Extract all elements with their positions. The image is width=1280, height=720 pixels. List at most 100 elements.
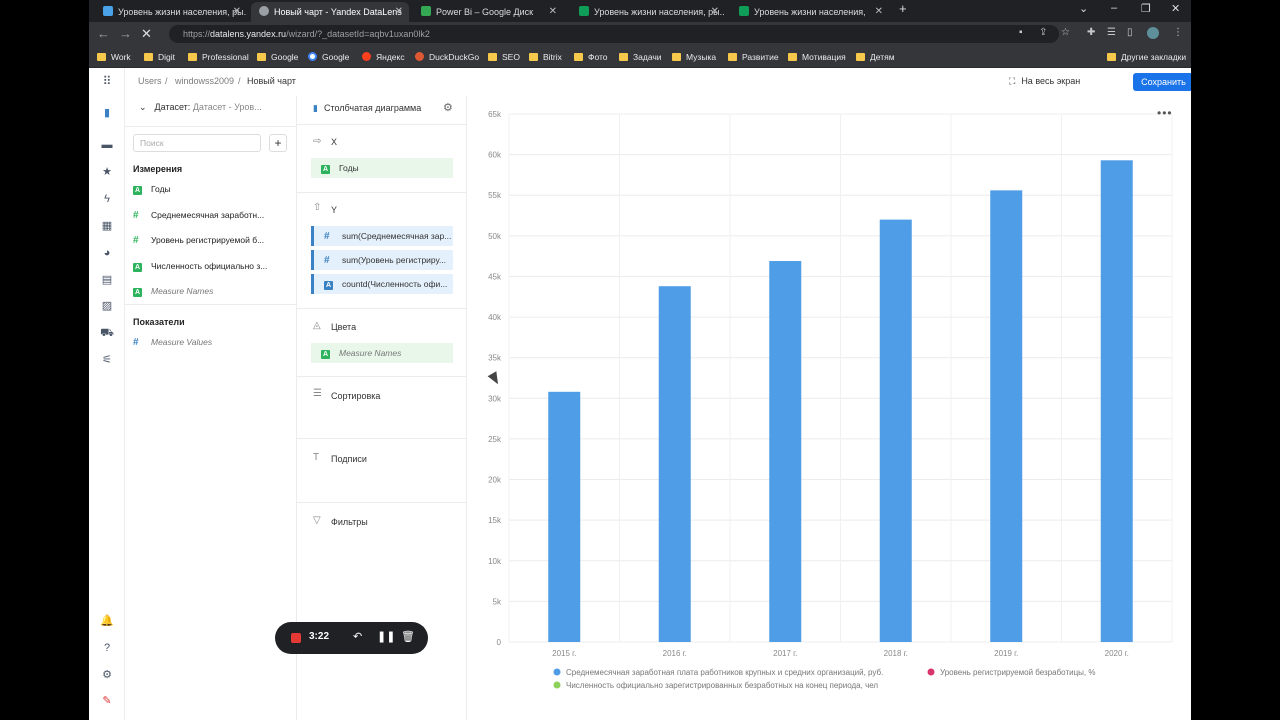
y-field-pill[interactable]: # sum(Среднемесячная зар...: [311, 226, 453, 246]
add-field-button[interactable]: +: [269, 134, 287, 152]
undo-icon[interactable]: ↶: [353, 630, 362, 643]
search-input[interactable]: Поиск: [133, 134, 261, 152]
field-label: Measure Values: [151, 337, 213, 347]
measures-title: Показатели: [133, 317, 185, 327]
bookmark-item[interactable]: Bitrix: [529, 46, 562, 68]
tab-5[interactable]: Уровень жизни населения, ✕: [731, 2, 889, 22]
share-icon[interactable]: ⇪: [1039, 27, 1047, 38]
chart-type-selector[interactable]: ▮ Столбчатая диаграмма: [313, 103, 421, 114]
bookmark-item[interactable]: Яндекс: [362, 46, 405, 68]
colors-field-pill[interactable]: A Measure Names: [311, 343, 453, 363]
dashboard-icon[interactable]: ▤: [100, 273, 114, 287]
breadcrumb-folder[interactable]: windowss2009: [175, 76, 234, 86]
bookmark-item[interactable]: Музыка: [672, 46, 716, 68]
extensions-icon[interactable]: ✚: [1087, 27, 1095, 38]
tab-3[interactable]: Power Bi – Google Диск ✕: [413, 2, 563, 22]
close-icon[interactable]: ✕: [395, 2, 403, 22]
forward-arrow-icon[interactable]: →: [119, 26, 132, 41]
cart-icon[interactable]: ⛟: [100, 326, 114, 340]
bookmark-item[interactable]: Мотивация: [788, 46, 846, 68]
bookmark-item[interactable]: Развитие: [728, 46, 779, 68]
bookmark-item[interactable]: SEO: [488, 46, 520, 68]
star-icon[interactable]: ☆: [1061, 27, 1070, 38]
stop-recording-button[interactable]: [291, 633, 301, 643]
y-field-pill[interactable]: # sum(Уровень регистриру...: [311, 250, 453, 270]
help-icon[interactable]: ?: [100, 641, 114, 655]
field-label: Численность официально з...: [151, 261, 268, 271]
x-tick-label: 2015 г.: [552, 649, 576, 658]
bookmark-item[interactable]: Google: [257, 46, 298, 68]
other-bookmarks[interactable]: Другие закладки: [1107, 46, 1186, 68]
pie-chart-icon[interactable]: ◕: [100, 246, 114, 260]
x-field-pill[interactable]: A Годы: [311, 158, 453, 178]
x-tick-label: 2018 г.: [884, 649, 908, 658]
new-tab-button[interactable]: +: [899, 1, 907, 16]
profile-avatar[interactable]: [1147, 27, 1159, 39]
menu-dots-icon[interactable]: ⋮: [1173, 27, 1183, 38]
folder-icon: [574, 53, 583, 61]
settings-sliders-icon[interactable]: ⚟: [100, 353, 114, 367]
x-tick-label: 2020 г.: [1105, 649, 1129, 658]
maximize-button[interactable]: ❐: [1141, 2, 1151, 15]
close-icon[interactable]: ✕: [549, 2, 557, 22]
bookmark-label: Bitrix: [543, 52, 562, 62]
folder-icon: [488, 53, 497, 61]
tab-1[interactable]: Уровень жизни населения, ры... ✕: [95, 2, 247, 22]
close-icon[interactable]: ✕: [711, 2, 719, 22]
window-close-button[interactable]: ✕: [1171, 2, 1180, 15]
y-tick-label: 30k: [488, 394, 502, 403]
reading-list-icon[interactable]: ☰: [1107, 27, 1116, 38]
apps-grid-icon[interactable]: ⠿: [100, 74, 114, 88]
dimension-field[interactable]: A Численность официально з...: [133, 258, 283, 274]
datalens-icon: [259, 6, 269, 16]
breadcrumb-users[interactable]: Users: [138, 76, 162, 86]
bell-icon[interactable]: 🔔: [100, 614, 114, 628]
bookmark-item[interactable]: Задачи: [619, 46, 662, 68]
star-icon[interactable]: ★: [100, 165, 114, 179]
lightning-icon[interactable]: ϟ: [100, 192, 114, 206]
gear-icon[interactable]: ⚙: [100, 668, 114, 682]
dimension-field[interactable]: A Measure Names: [133, 283, 283, 299]
fullscreen-button[interactable]: ⛶ На весь экран: [1009, 76, 1080, 87]
tab-search-icon[interactable]: ⌄: [1079, 2, 1088, 15]
close-icon[interactable]: ✕: [875, 2, 883, 22]
minimize-button[interactable]: –: [1111, 2, 1117, 14]
dimension-field[interactable]: # Среднемесячная заработн...: [133, 207, 283, 223]
pill-label: sum(Среднемесячная зар...: [342, 231, 452, 241]
sort-icon: ☰: [313, 388, 322, 399]
table-icon[interactable]: ▦: [100, 219, 114, 233]
dimension-field[interactable]: A Годы: [133, 181, 283, 197]
measure-field[interactable]: # Measure Values: [133, 334, 283, 350]
number-type-icon: #: [133, 210, 139, 221]
chart-bars-icon[interactable]: ▮: [100, 106, 114, 120]
user-avatar[interactable]: ✎: [100, 694, 114, 708]
more-options-icon[interactable]: •••: [1157, 106, 1173, 120]
bookmark-item[interactable]: DuckDuckGo: [415, 46, 479, 68]
save-button[interactable]: Сохранить: [1133, 73, 1191, 91]
bookmark-item[interactable]: Детям: [856, 46, 895, 68]
bookmark-item[interactable]: Google: [308, 46, 349, 68]
folder-icon[interactable]: ▬: [100, 138, 114, 152]
bookmark-item[interactable]: Digit: [144, 46, 175, 68]
trash-icon[interactable]: 🗑: [401, 630, 415, 643]
image-icon[interactable]: ▨: [100, 299, 114, 313]
y-field-pill[interactable]: Acountd(Численность офи...: [311, 274, 453, 294]
tab-4[interactable]: Уровень жизни населения, ры... ✕: [571, 2, 725, 22]
tab-2[interactable]: Новый чарт - Yandex DataLens ✕: [251, 2, 409, 22]
tab-label: Новый чарт - Yandex DataLens: [274, 7, 402, 17]
sidepanel-icon[interactable]: ▯: [1127, 27, 1133, 38]
bookmark-item[interactable]: Professional: [188, 46, 249, 68]
close-icon[interactable]: ✕: [233, 2, 241, 22]
camera-icon[interactable]: ▪: [1019, 27, 1023, 38]
dataset-selector[interactable]: ⌄ Датасет: Датасет - Уров...: [139, 102, 262, 113]
field-label: Уровень регистрируемой б...: [151, 235, 265, 245]
bookmark-item[interactable]: Фото: [574, 46, 608, 68]
bookmark-label: Professional: [202, 52, 249, 62]
gear-icon[interactable]: ⚙: [443, 101, 453, 114]
pause-icon[interactable]: ❚❚: [377, 630, 395, 643]
back-arrow-icon[interactable]: ←: [97, 26, 110, 41]
stop-loading-icon[interactable]: ✕: [141, 26, 152, 42]
address-bar[interactable]: https://datalens.yandex.ru/wizard/?_data…: [169, 25, 1059, 43]
dimension-field[interactable]: # Уровень регистрируемой б...: [133, 232, 283, 248]
bookmark-item[interactable]: Work: [97, 46, 131, 68]
